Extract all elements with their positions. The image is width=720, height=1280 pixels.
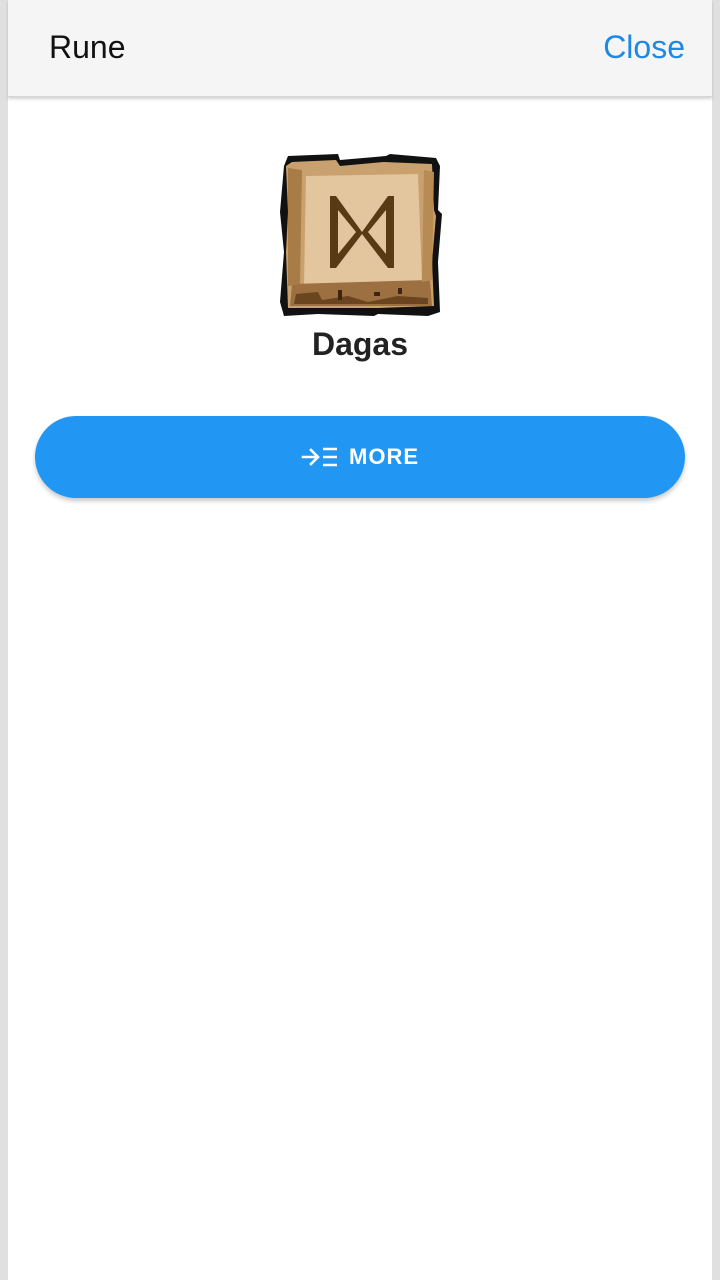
dagaz-rune-tile-icon: [280, 154, 442, 316]
page-title: Rune: [49, 29, 126, 65]
rune-image: [278, 152, 444, 318]
more-button[interactable]: MORE: [35, 416, 685, 498]
close-button[interactable]: Close: [603, 27, 685, 67]
more-button-label: MORE: [349, 444, 419, 469]
arrow-right-list-icon: [301, 444, 339, 470]
rune-name: Dagas: [311, 326, 409, 362]
top-bar: Rune Close: [8, 0, 712, 97]
app-frame: Rune Close Dagas MORE: [8, 0, 712, 1280]
